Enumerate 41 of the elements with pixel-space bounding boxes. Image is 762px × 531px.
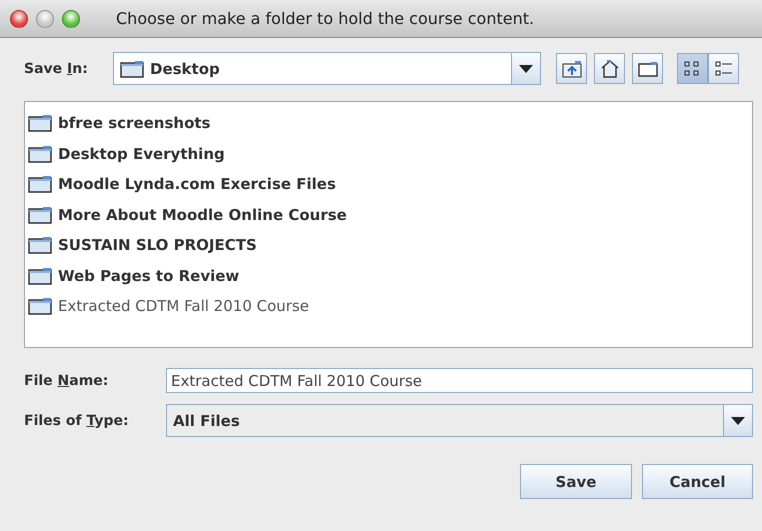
save-in-dropdown[interactable]: Desktop <box>113 52 541 85</box>
home-button[interactable] <box>594 53 625 84</box>
field-label: File Name: <box>24 372 110 388</box>
minimize-icon[interactable] <box>36 10 54 28</box>
folder-icon <box>28 266 52 285</box>
dropdown-value: All Files <box>173 412 240 430</box>
window-title: Choose or make a folder to hold the course content. <box>116 9 534 28</box>
file-name-field[interactable]: Extracted CDTM Fall 2010 Course <box>166 368 753 393</box>
file-list-item[interactable]: Desktop Everything <box>58 144 225 163</box>
folder-icon <box>28 206 52 224</box>
close-icon[interactable] <box>10 10 28 28</box>
zoom-icon[interactable] <box>62 10 80 28</box>
folder-icon <box>120 60 144 78</box>
file-list-item[interactable]: bfree screenshots <box>58 114 210 132</box>
new-folder-icon <box>638 60 658 76</box>
file-list-item[interactable]: Extracted CDTM Fall 2010 Course <box>58 297 309 316</box>
field-label: Save In: <box>24 60 89 76</box>
new-folder-button[interactable] <box>632 53 663 84</box>
folder-icon <box>28 114 52 132</box>
cancel-button[interactable]: Cancel <box>642 464 753 499</box>
folder-icon <box>28 236 52 254</box>
file-list-item[interactable]: More About Moodle Online Course <box>58 206 347 224</box>
list-view-button[interactable] <box>677 53 708 84</box>
save-button[interactable]: Save <box>520 464 632 499</box>
file-list-item[interactable]: Web Pages to Review <box>58 266 240 285</box>
field-label: Files of Type: <box>24 412 130 428</box>
home-icon <box>600 59 620 78</box>
dropdown-value: Desktop <box>150 60 220 78</box>
details-view-icon <box>714 60 732 76</box>
caret-icon <box>519 64 533 72</box>
folder-icon <box>28 175 52 194</box>
file-type-dropdown[interactable]: All Files <box>166 404 753 437</box>
folder-icon <box>28 144 52 163</box>
folder-up-icon <box>562 60 582 78</box>
caret-icon <box>731 416 745 424</box>
up-button[interactable] <box>556 53 587 84</box>
file-list-item[interactable]: SUSTAIN SLO PROJECTS <box>58 236 257 254</box>
list-view-icon <box>684 60 702 76</box>
folder-icon <box>28 297 52 316</box>
details-view-button[interactable] <box>708 53 739 84</box>
file-list-item[interactable]: Moodle Lynda.com Exercise Files <box>58 175 336 194</box>
